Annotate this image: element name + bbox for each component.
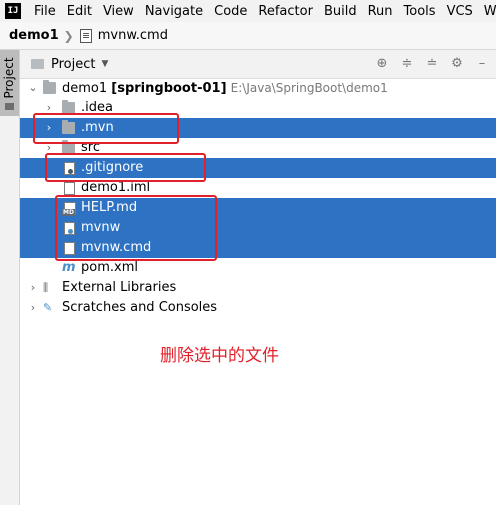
- project-tree: ⌄ demo1 [springboot-01] E:\Java\SpringBo…: [20, 78, 496, 318]
- left-tool-strip: [0, 50, 20, 505]
- locate-file-icon[interactable]: ⊕: [374, 56, 390, 72]
- tree-item-mvnw[interactable]: mvnw: [20, 218, 496, 238]
- script-file-icon: [64, 222, 75, 235]
- root-name: demo1: [62, 81, 108, 96]
- markdown-file-icon: MD: [62, 202, 76, 216]
- tree-label: HELP.md: [81, 200, 138, 215]
- tree-item-root[interactable]: ⌄ demo1 [springboot-01] E:\Java\SpringBo…: [20, 78, 496, 98]
- chevron-down-icon[interactable]: ▼: [101, 59, 108, 69]
- menu-tools[interactable]: Tools: [399, 4, 442, 19]
- file-icon: [79, 28, 92, 43]
- tree-label: .mvn: [81, 120, 114, 135]
- tree-label: mvnw.cmd: [81, 240, 152, 255]
- menu-refactor[interactable]: Refactor: [253, 4, 319, 19]
- chevron-right-icon[interactable]: ›: [44, 138, 54, 158]
- gitignore-file-icon: [64, 162, 75, 175]
- annotation-text: 删除选中的文件: [160, 346, 279, 366]
- tree-item-help-md[interactable]: MD HELP.md: [20, 198, 496, 218]
- maven-icon: m: [62, 260, 76, 275]
- tree-item-mvnw-cmd[interactable]: mvnw.cmd: [20, 238, 496, 258]
- menu-navigate[interactable]: Navigate: [140, 4, 209, 19]
- tree-item-gitignore[interactable]: .gitignore: [20, 158, 496, 178]
- iml-file-icon: [64, 182, 75, 195]
- module-folder-icon: [43, 80, 56, 94]
- tree-item-mvn[interactable]: › .mvn: [20, 118, 496, 138]
- chevron-right-icon[interactable]: ›: [28, 298, 38, 318]
- folder-icon: [31, 59, 44, 69]
- expand-all-icon[interactable]: ≑: [399, 56, 415, 72]
- chevron-right-icon[interactable]: ›: [44, 98, 54, 118]
- tree-label: .idea: [81, 100, 113, 115]
- folder-icon: [62, 100, 75, 114]
- chevron-down-icon[interactable]: ⌄: [28, 78, 38, 98]
- project-tab-label: Project: [2, 57, 16, 99]
- chevron-right-icon[interactable]: ›: [28, 278, 38, 298]
- text-file-icon: [64, 242, 75, 255]
- tree-label: External Libraries: [62, 280, 177, 295]
- tree-item-external-libraries[interactable]: › ⫼ External Libraries: [20, 278, 496, 298]
- tree-item-pom[interactable]: m pom.xml: [20, 258, 496, 278]
- collapse-all-icon[interactable]: ≐: [424, 56, 440, 72]
- tree-label: .gitignore: [81, 160, 144, 175]
- tree-item-scratches[interactable]: › ✎ Scratches and Consoles: [20, 298, 496, 318]
- root-path: E:\Java\SpringBoot\demo1: [230, 81, 388, 95]
- project-view-selector[interactable]: Project: [51, 57, 95, 72]
- tree-label: pom.xml: [81, 260, 138, 275]
- tree-item-idea[interactable]: › .idea: [20, 98, 496, 118]
- menu-run[interactable]: Run: [363, 4, 399, 19]
- tree-item-demo1-iml[interactable]: demo1.iml: [20, 178, 496, 198]
- chevron-right-icon: ❯: [63, 28, 74, 43]
- tree-label: src: [81, 140, 100, 155]
- libraries-icon: ⫼: [43, 281, 49, 294]
- menu-bar: IJ File Edit View Navigate Code Refactor…: [0, 0, 496, 22]
- folder-icon: [62, 120, 75, 134]
- gear-icon[interactable]: ⚙: [449, 56, 465, 72]
- menu-build[interactable]: Build: [319, 4, 363, 19]
- folder-icon: [5, 103, 14, 110]
- menu-vcs[interactable]: VCS: [442, 4, 479, 19]
- scratches-icon: ✎: [43, 301, 53, 314]
- menu-edit[interactable]: Edit: [62, 4, 98, 19]
- minimize-icon[interactable]: –: [474, 56, 490, 72]
- project-tool-tab[interactable]: Project: [0, 50, 19, 116]
- tree-item-src[interactable]: › src: [20, 138, 496, 158]
- breadcrumb: demo1 ❯ mvnw.cmd: [0, 22, 496, 50]
- intellij-logo-icon: IJ: [5, 3, 21, 19]
- menu-file[interactable]: File: [29, 4, 62, 19]
- folder-icon: [62, 140, 75, 154]
- tree-label: Scratches and Consoles: [62, 300, 218, 315]
- breadcrumb-file[interactable]: mvnw.cmd: [98, 28, 168, 43]
- chevron-right-icon[interactable]: ›: [44, 118, 54, 138]
- root-module: [springboot-01]: [111, 81, 227, 96]
- breadcrumb-project[interactable]: demo1: [9, 28, 59, 43]
- tree-label: mvnw: [81, 220, 121, 235]
- menu-window[interactable]: Windo: [479, 4, 496, 19]
- tree-label: demo1.iml: [81, 180, 151, 195]
- menu-code[interactable]: Code: [209, 4, 253, 19]
- menu-view[interactable]: View: [98, 4, 140, 19]
- project-toolbar: Project ▼ ⊕ ≑ ≐ ⚙ –: [20, 50, 496, 79]
